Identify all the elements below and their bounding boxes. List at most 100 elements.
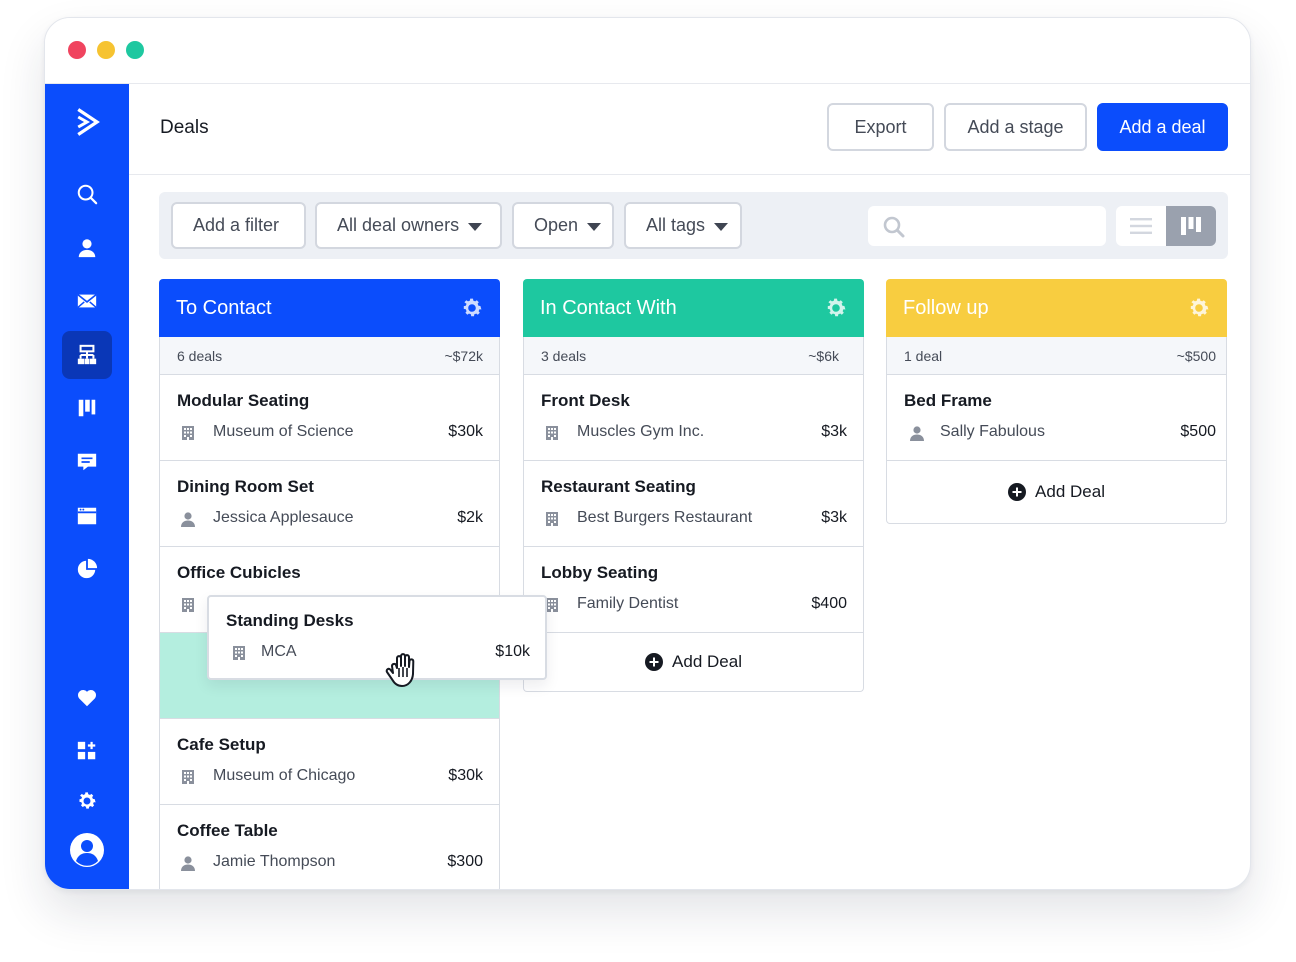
deal-card[interactable]: Front Desk Muscles Gym Inc. $3k (524, 375, 863, 461)
stage-summary: 6 deals ~$72k (160, 337, 499, 375)
board-view-button[interactable] (1166, 206, 1216, 246)
deal-value: $3k (821, 509, 847, 526)
conversations-icon[interactable] (62, 438, 112, 486)
deal-card[interactable]: Bed Frame Sally Fabulous $500 (887, 375, 1226, 461)
status-label: Open (534, 215, 579, 235)
stage-summary: 3 deals ~$6k (524, 337, 863, 375)
deal-title: Modular Seating (177, 391, 310, 410)
page-title: Deals (160, 117, 209, 138)
deal-value: $2k (457, 509, 483, 526)
deal-card[interactable]: Restaurant Seating Best Burgers Restaura… (524, 461, 863, 547)
gear-icon[interactable] (62, 777, 112, 825)
deal-value: $10k (495, 643, 530, 660)
filter-bar: Add a filter All deal owners Open All ta… (159, 192, 1228, 259)
deal-value: $30k (448, 423, 483, 440)
tags-label: All tags (646, 215, 706, 235)
deal-org: Best Burgers Restaurant (577, 509, 753, 526)
deal-owners-dropdown[interactable]: All deal owners (315, 202, 502, 249)
deal-card[interactable]: Dining Room Set Jessica Applesauce $2k (160, 461, 499, 547)
list-view-button[interactable] (1116, 206, 1166, 246)
add-filter-label: Add a filter (193, 215, 280, 235)
view-toggle (1116, 206, 1216, 246)
stage-summary: 1 deal ~$500 (887, 337, 1226, 375)
tags-dropdown[interactable]: All tags (624, 202, 742, 249)
deal-title: Standing Desks (226, 611, 354, 630)
search-box (868, 206, 1106, 246)
reports-icon[interactable] (62, 545, 112, 593)
export-button[interactable]: Export (827, 103, 934, 151)
app-window: Deals Export Add a stage Add a deal Add … (44, 17, 1251, 890)
building-icon (544, 511, 560, 527)
add-deal-button[interactable]: Add a deal (1097, 103, 1228, 151)
deal-org: Muscles Gym Inc. (577, 423, 705, 440)
chevron-down-icon (714, 222, 729, 231)
contacts-icon[interactable] (62, 224, 112, 272)
stage-body: 1 deal ~$500 Bed Frame Sally Fabulous $5… (886, 337, 1227, 524)
stage-header: Follow up (886, 279, 1227, 337)
deal-org: MCA (261, 643, 297, 660)
stage-settings-icon[interactable] (460, 296, 484, 320)
plus-circle-icon (1008, 483, 1026, 501)
email-icon[interactable] (62, 277, 112, 325)
deal-org: Jamie Thompson (213, 853, 336, 870)
deal-title: Front Desk (541, 391, 630, 410)
dragging-deal-card[interactable]: Standing Desks MCA $10k (207, 595, 547, 680)
stage-header: To Contact (159, 279, 500, 337)
deal-value: $3k (821, 423, 847, 440)
deal-org: Museum of Chicago (213, 767, 356, 784)
deal-title: Cafe Setup (177, 735, 266, 754)
deal-value: $400 (811, 595, 847, 612)
stage-total: ~$72k (444, 347, 483, 364)
account-icon[interactable] (62, 826, 112, 874)
building-icon (180, 769, 196, 785)
stage-settings-icon[interactable] (824, 296, 848, 320)
building-icon (180, 597, 196, 613)
deal-title: Restaurant Seating (541, 477, 696, 496)
deal-card[interactable]: Cafe Setup Museum of Chicago $30k (160, 719, 499, 805)
close-window-button[interactable] (68, 41, 86, 59)
deal-title: Lobby Seating (541, 563, 659, 582)
deal-title: Coffee Table (177, 821, 278, 840)
deal-org: Jessica Applesauce (213, 509, 354, 526)
add-deal-label: Add Deal (672, 652, 742, 671)
deals-icon[interactable] (62, 331, 112, 379)
add-deal-link[interactable]: Add Deal (524, 633, 863, 691)
window-titlebar (45, 18, 1250, 84)
deal-title: Bed Frame (904, 391, 992, 410)
stage-total: ~$6k (808, 347, 839, 364)
deal-card[interactable]: Lobby Seating Family Dentist $400 (524, 547, 863, 633)
grab-cursor-icon (385, 653, 415, 687)
add-deal-link[interactable]: Add Deal (887, 461, 1226, 523)
status-dropdown[interactable]: Open (512, 202, 614, 249)
deal-title: Office Cubicles (177, 563, 301, 582)
deal-org: Sally Fabulous (940, 423, 1045, 440)
stage-settings-icon[interactable] (1187, 296, 1211, 320)
add-filter-button[interactable]: Add a filter (171, 202, 306, 249)
pipeline-icon[interactable] (62, 384, 112, 432)
minimize-window-button[interactable] (97, 41, 115, 59)
add-stage-button[interactable]: Add a stage (944, 103, 1087, 151)
deal-title: Dining Room Set (177, 477, 314, 496)
heart-icon[interactable] (62, 674, 112, 722)
deal-org: Museum of Science (213, 423, 354, 440)
deal-value: $300 (447, 853, 483, 870)
site-icon[interactable] (62, 492, 112, 540)
deal-value: $500 (1180, 423, 1216, 440)
search-icon[interactable] (62, 170, 112, 218)
stage-column-in-contact-with: In Contact With 3 deals ~$6k Front Desk … (523, 279, 864, 692)
stage-body: 3 deals ~$6k Front Desk Muscles Gym Inc.… (523, 337, 864, 692)
stage-column-to-contact: To Contact 6 deals ~$72k Modular Seating… (159, 279, 500, 890)
board-icon (1181, 217, 1201, 235)
add-deal-label: Add Deal (1035, 482, 1105, 501)
chevron-down-icon (587, 222, 602, 231)
deal-card[interactable]: Coffee Table Jamie Thompson $300 (160, 805, 499, 890)
logo-icon[interactable] (62, 98, 112, 146)
main-content: Deals Export Add a stage Add a deal Add … (129, 84, 1250, 889)
list-icon (1130, 218, 1152, 234)
apps-icon[interactable] (62, 727, 112, 775)
search-input[interactable] (914, 212, 1094, 240)
maximize-window-button[interactable] (126, 41, 144, 59)
stage-count: 6 deals (177, 347, 223, 364)
deal-card[interactable]: Modular Seating Museum of Science $30k (160, 375, 499, 461)
deal-value: $30k (448, 767, 483, 784)
